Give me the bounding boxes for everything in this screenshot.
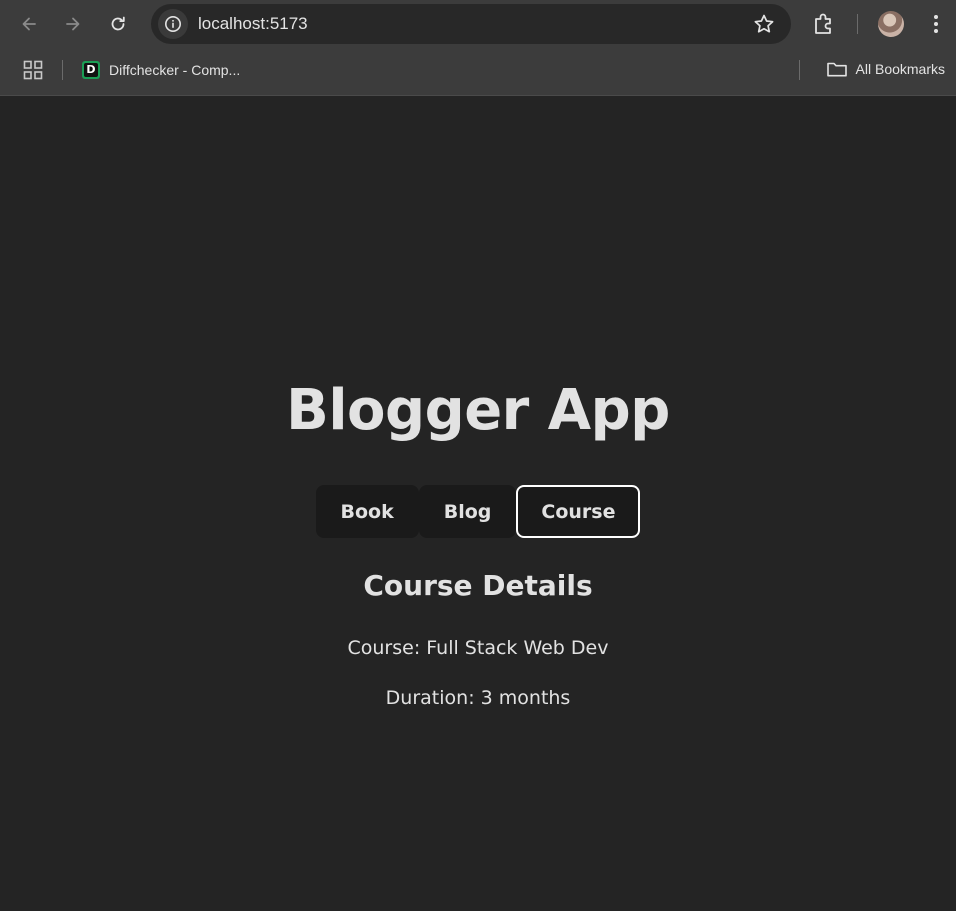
url-text[interactable]: localhost:5173 — [198, 15, 308, 33]
page-viewport: Blogger App Book Blog Course Course Deta… — [0, 96, 956, 911]
all-bookmarks-label: All Bookmarks — [855, 61, 945, 77]
site-info-button[interactable] — [158, 9, 188, 39]
address-bar[interactable]: localhost:5173 — [151, 4, 791, 44]
tab-blog-button[interactable]: Blog — [418, 485, 517, 538]
course-duration-text: Duration: 3 months — [385, 687, 571, 709]
tab-book-button[interactable]: Book — [315, 485, 419, 538]
back-button[interactable] — [14, 9, 44, 39]
back-arrow-icon — [22, 17, 36, 31]
forward-button[interactable] — [58, 9, 88, 39]
bookmark-label: Diffchecker - Comp... — [109, 62, 241, 78]
bookmarks-bar: D Diffchecker - Comp... All Bookmarks — [0, 48, 956, 96]
reload-icon — [111, 16, 125, 31]
tab-course-button[interactable]: Course — [516, 485, 641, 538]
bookmarks-divider — [62, 60, 63, 80]
all-bookmarks-button[interactable]: All Bookmarks — [826, 60, 945, 78]
diffchecker-favicon-icon: D — [82, 61, 100, 79]
forward-arrow-icon — [66, 17, 80, 31]
bookmarks-divider-right — [799, 60, 800, 80]
tab-button-group: Book Blog Course — [0, 485, 956, 538]
favicon-letter: D — [84, 63, 98, 77]
extensions-icon[interactable] — [810, 10, 838, 38]
profile-avatar[interactable] — [878, 11, 904, 37]
folder-icon — [826, 62, 847, 77]
browser-chrome: localhost:5173 D Diffchecker - Comp... A… — [0, 0, 956, 96]
toolbar-divider — [857, 14, 858, 34]
apps-grid-icon[interactable] — [23, 60, 43, 80]
reload-button[interactable] — [103, 9, 133, 39]
browser-toolbar: localhost:5173 — [0, 0, 956, 48]
course-name-text: Course: Full Stack Web Dev — [347, 637, 609, 659]
bookmark-diffchecker[interactable]: D Diffchecker - Comp... — [80, 58, 240, 82]
details-heading: Course Details — [363, 569, 593, 602]
bookmark-star-icon[interactable] — [753, 13, 775, 35]
app-title: Blogger App — [286, 378, 670, 443]
kebab-menu-icon[interactable] — [925, 12, 947, 36]
site-info-icon — [165, 16, 181, 32]
